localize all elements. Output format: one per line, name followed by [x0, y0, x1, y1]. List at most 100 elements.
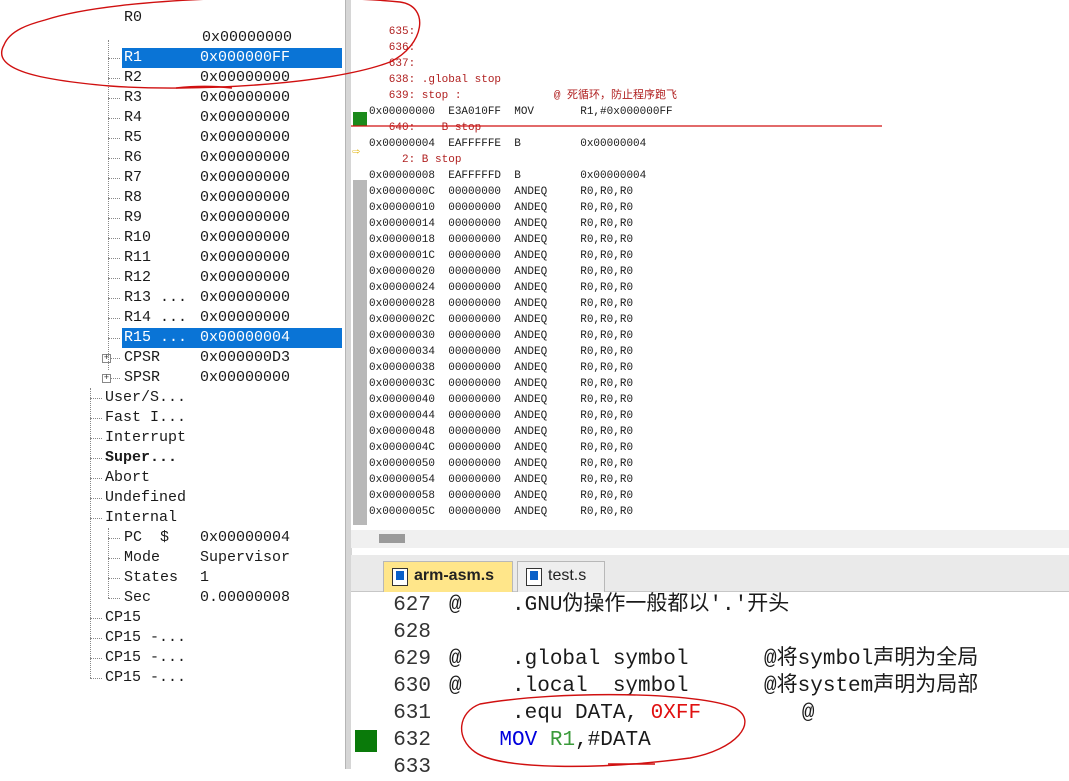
cp15-item[interactable]: CP15 -...	[105, 628, 186, 648]
disassembly-line[interactable]: 635:	[369, 24, 415, 40]
disassembly-line[interactable]: 0x00000030 00000000 ANDEQ R0,R0,R0	[369, 328, 633, 344]
code-line[interactable]: 633	[351, 754, 1069, 781]
register-row[interactable]: R11 0x00000000	[122, 248, 342, 268]
executed-marker-icon	[353, 112, 367, 126]
register-row[interactable]: R3 0x00000000	[122, 88, 342, 108]
disassembly-line[interactable]: 0x00000028 00000000 ANDEQ R0,R0,R0	[369, 296, 633, 312]
internal-row[interactable]: Sec 0.00000008	[122, 588, 342, 608]
disassembly-line[interactable]: 0x00000004 EAFFFFFE B 0x00000004	[369, 136, 646, 152]
cp15-item[interactable]: CP15 -...	[105, 648, 186, 668]
code-line[interactable]: 627 @ .GNU伪操作一般都以'.'开头	[351, 592, 1069, 619]
mode-item[interactable]: Interrupt	[105, 428, 186, 448]
disassembly-line[interactable]: 0x00000018 00000000 ANDEQ R0,R0,R0	[369, 232, 633, 248]
register-name: R11	[124, 249, 152, 266]
disassembly-line[interactable]: 0x00000050 00000000 ANDEQ R0,R0,R0	[369, 456, 633, 472]
register-name: R8	[124, 189, 143, 206]
tree-connector	[108, 318, 120, 319]
tree-connector	[108, 238, 120, 239]
disassembly-line[interactable]: 640: B stop	[369, 120, 481, 136]
tab-test[interactable]: test.s	[517, 561, 605, 592]
code-line[interactable]: 628	[351, 619, 1069, 646]
disassembly-line[interactable]: 638: .global stop	[369, 72, 501, 88]
register-value: 0x00000000	[200, 209, 291, 226]
register-name: R7	[124, 169, 143, 186]
register-row[interactable]: R10 0x00000000	[122, 228, 342, 248]
disassembly-line[interactable]: 0x00000014 00000000 ANDEQ R0,R0,R0	[369, 216, 633, 232]
disassembly-line[interactable]: 0x00000058 00000000 ANDEQ R0,R0,R0	[369, 488, 633, 504]
register-row[interactable]: R8 0x00000000	[122, 188, 342, 208]
register-row[interactable]: SPSR 0x00000000	[122, 368, 342, 388]
register-row[interactable]: R4 0x00000000	[122, 108, 342, 128]
cp15-item[interactable]: CP15 -...	[105, 668, 186, 688]
disassembly-line[interactable]: 0x00000040 00000000 ANDEQ R0,R0,R0	[369, 392, 633, 408]
disassembly-line[interactable]: 0x00000000 E3A010FF MOV R1,#0x000000FF	[369, 104, 673, 120]
tree-connector	[108, 528, 109, 598]
source-editor: arm-asm.s test.s 627 @ .GNU伪操作一般都以'.'开头 62…	[351, 555, 1069, 779]
register-name: R1	[124, 49, 143, 66]
internal-name: PC $	[124, 529, 170, 546]
register-row[interactable]: R1 0x000000FF	[122, 48, 342, 68]
register-name: R14 ...	[124, 309, 188, 326]
disassembly-pane: ⇨ 635: 636: 637: 638: .global stop 639: …	[351, 0, 1069, 548]
disassembly-line[interactable]: 0x00000024 00000000 ANDEQ R0,R0,R0	[369, 280, 633, 296]
register-row[interactable]: R5 0x00000000	[122, 128, 342, 148]
disassembly-line[interactable]: 0x0000003C 00000000 ANDEQ R0,R0,R0	[369, 376, 633, 392]
mode-item[interactable]: User/S...	[105, 388, 186, 408]
disassembly-line[interactable]: 0x0000000C 00000000 ANDEQ R0,R0,R0	[369, 184, 633, 200]
line-text: .equ DATA, 0XFF @	[449, 700, 814, 727]
code-line[interactable]: 632 MOV R1,#DATA	[351, 727, 1069, 754]
disassembly-line[interactable]: 0x0000002C 00000000 ANDEQ R0,R0,R0	[369, 312, 633, 328]
disassembly-line[interactable]: 0x0000004C 00000000 ANDEQ R0,R0,R0	[369, 440, 633, 456]
disassembly-line[interactable]: 0x0000005C 00000000 ANDEQ R0,R0,R0	[369, 504, 633, 520]
register-row[interactable]: R6 0x00000000	[122, 148, 342, 168]
disassembly-line[interactable]: 0x00000010 00000000 ANDEQ R0,R0,R0	[369, 200, 633, 216]
register-row[interactable]: R2 0x00000000	[122, 68, 342, 88]
code-area[interactable]: 627 @ .GNU伪操作一般都以'.'开头 628 629 @ .global sym…	[351, 592, 1069, 779]
tree-connector	[108, 598, 120, 599]
mode-item[interactable]: Internal	[105, 508, 177, 528]
mode-item[interactable]: Super...	[105, 448, 177, 468]
current-instruction-arrow-icon: ⇨	[352, 144, 360, 159]
register-row[interactable]: R7 0x00000000	[122, 168, 342, 188]
disassembly-line[interactable]: 2: B stop	[369, 152, 461, 168]
disassembly-line[interactable]: 0x00000020 00000000 ANDEQ R0,R0,R0	[369, 264, 633, 280]
tree-connector	[90, 418, 102, 419]
breakpoint-marker-icon[interactable]	[355, 730, 377, 752]
register-row[interactable]: R9 0x00000000	[122, 208, 342, 228]
internal-row[interactable]: PC $ 0x00000004	[122, 528, 342, 548]
register-row[interactable]: R12 0x00000000	[122, 268, 342, 288]
mode-item[interactable]: Fast I...	[105, 408, 186, 428]
register-row[interactable]: R15 ... 0x00000004	[122, 328, 342, 348]
mode-item[interactable]: Abort	[105, 468, 150, 488]
tree-connector	[90, 388, 91, 678]
scrollbar-thumb[interactable]	[379, 534, 405, 543]
code-token: MOV	[499, 729, 538, 752]
line-number: 628	[393, 621, 431, 644]
register-row[interactable]: CPSR 0x000000D3	[122, 348, 342, 368]
code-line[interactable]: 631 .equ DATA, 0XFF @	[351, 700, 1069, 727]
disassembly-line[interactable]: 637:	[369, 56, 415, 72]
disassembly-line[interactable]: 0x00000008 EAFFFFFD B 0x00000004	[369, 168, 646, 184]
code-token: ,#DATA	[575, 729, 651, 752]
disassembly-line[interactable]: 0x00000034 00000000 ANDEQ R0,R0,R0	[369, 344, 633, 360]
disassembly-line[interactable]: 0x00000048 00000000 ANDEQ R0,R0,R0	[369, 424, 633, 440]
register-row[interactable]: R13 ... 0x00000000	[122, 288, 342, 308]
mode-item[interactable]: Undefined	[105, 488, 186, 508]
cp15-item[interactable]: CP15	[105, 608, 141, 628]
disassembly-line[interactable]: 0x00000054 00000000 ANDEQ R0,R0,R0	[369, 472, 633, 488]
internal-row[interactable]: States 1	[122, 568, 342, 588]
disassembly-line[interactable]: 636:	[369, 40, 415, 56]
tab-arm-asm[interactable]: arm-asm.s	[383, 561, 513, 592]
disassembly-line[interactable]: 639: stop : @ 死循环，防止程序跑飞	[369, 88, 677, 104]
disassembly-line[interactable]: 0x0000001C 00000000 ANDEQ R0,R0,R0	[369, 248, 633, 264]
disassembly-line[interactable]: 0x00000044 00000000 ANDEQ R0,R0,R0	[369, 408, 633, 424]
disassembly-line[interactable]: 0x00000038 00000000 ANDEQ R0,R0,R0	[369, 360, 633, 376]
code-line[interactable]: 630 @ .local symbol @将system声明为局部	[351, 673, 1069, 700]
expand-icon[interactable]: +	[102, 354, 111, 363]
disassembly-horizontal-scrollbar[interactable]	[351, 530, 1069, 548]
register-row-r0-partial[interactable]: R0 0x00000000	[124, 0, 342, 46]
internal-row[interactable]: Mode Supervisor	[122, 548, 342, 568]
register-row[interactable]: R14 ... 0x00000000	[122, 308, 342, 328]
code-line[interactable]: 629 @ .global symbol @将symbol声明为全局	[351, 646, 1069, 673]
expand-icon[interactable]: +	[102, 374, 111, 383]
